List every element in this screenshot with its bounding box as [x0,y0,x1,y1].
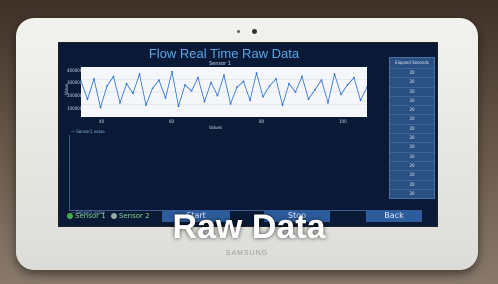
data-point [164,97,167,99]
data-point [81,80,82,83]
panel-row: 20 [390,160,434,170]
panel-row: 20 [390,151,434,161]
panel-row: 20 [390,142,434,151]
page-title: Flow Real Time Raw Data [148,46,300,61]
data-point [223,74,225,77]
sensor2-chart-area [69,135,376,211]
data-point [106,85,108,87]
panel-row: 20 [390,86,434,96]
video-caption: Raw Data [172,208,326,246]
app-screen: Flow Real Time Raw Data Sensor 1 Value 4… [58,42,438,227]
panel-header: Elapsed Seconds [395,60,429,65]
data-point [359,99,362,102]
data-point [229,103,232,105]
data-point [86,98,89,100]
data-point [249,99,251,102]
data-point [184,84,186,86]
sensor1-line-chart [81,67,367,117]
data-point [236,86,238,89]
data-point [268,85,271,87]
x-tick: 60 [169,119,175,124]
x-tick: 40 [99,119,105,124]
y-tick: 300000 [67,80,83,85]
x-tick: 80 [259,119,265,124]
data-point [125,82,128,85]
data-point [177,105,180,108]
panel-row: 20 [390,123,434,133]
data-point [171,70,173,73]
panel-row: 20 [390,133,434,142]
data-point [216,94,219,97]
sensor1-legend: — Sensor1 value [71,129,105,134]
front-sensor [237,30,240,33]
data-point [99,106,102,109]
data-point [203,100,206,103]
data-point [294,91,297,93]
panel-row: 20 [390,105,434,114]
sensor1-series-line [81,71,367,110]
data-point [93,78,95,80]
data-point [119,101,121,104]
data-point [210,81,212,84]
data-point [366,86,367,89]
panel-row: 20 [390,188,434,198]
data-point [346,84,349,86]
data-point [151,87,154,90]
data-point [333,73,336,75]
data-point [320,79,323,81]
data-point [275,78,277,80]
data-point [255,72,258,74]
panel-row: 20 [390,114,434,123]
data-point [242,80,245,83]
panel-row: 20 [390,68,434,77]
data-point [145,104,147,106]
y-tick: 200000 [67,93,83,98]
data-point [340,93,342,96]
data-point [138,73,141,75]
data-point [112,75,115,78]
data-point [197,76,199,79]
panel-row: 20 [390,170,434,179]
data-point [262,95,264,98]
panel-rows: 20 20 20 20 20 20 20 20 20 20 20 20 20 20 [390,68,434,198]
front-camera-icon [252,29,257,34]
data-point [314,88,316,91]
data-point [327,101,329,104]
y-tick: 400000 [67,68,83,73]
panel-row: 20 [390,179,434,189]
x-tick: 100 [339,119,347,124]
brand-logo: SAMSUNG [225,250,269,257]
y-tick: 100000 [67,106,83,111]
x-axis-label: Values [209,125,223,130]
data-point [307,98,310,100]
elapsed-seconds-panel: Elapsed Seconds 20 20 20 20 20 20 20 20 20 20 20 20… [389,57,435,199]
data-point [281,104,284,106]
data-point [301,75,303,78]
data-point [158,79,160,81]
panel-row: 20 [390,95,434,105]
data-point [288,82,290,85]
data-point [190,89,193,92]
panel-row: 20 [390,77,434,86]
data-point [353,76,355,79]
data-point [132,92,134,95]
